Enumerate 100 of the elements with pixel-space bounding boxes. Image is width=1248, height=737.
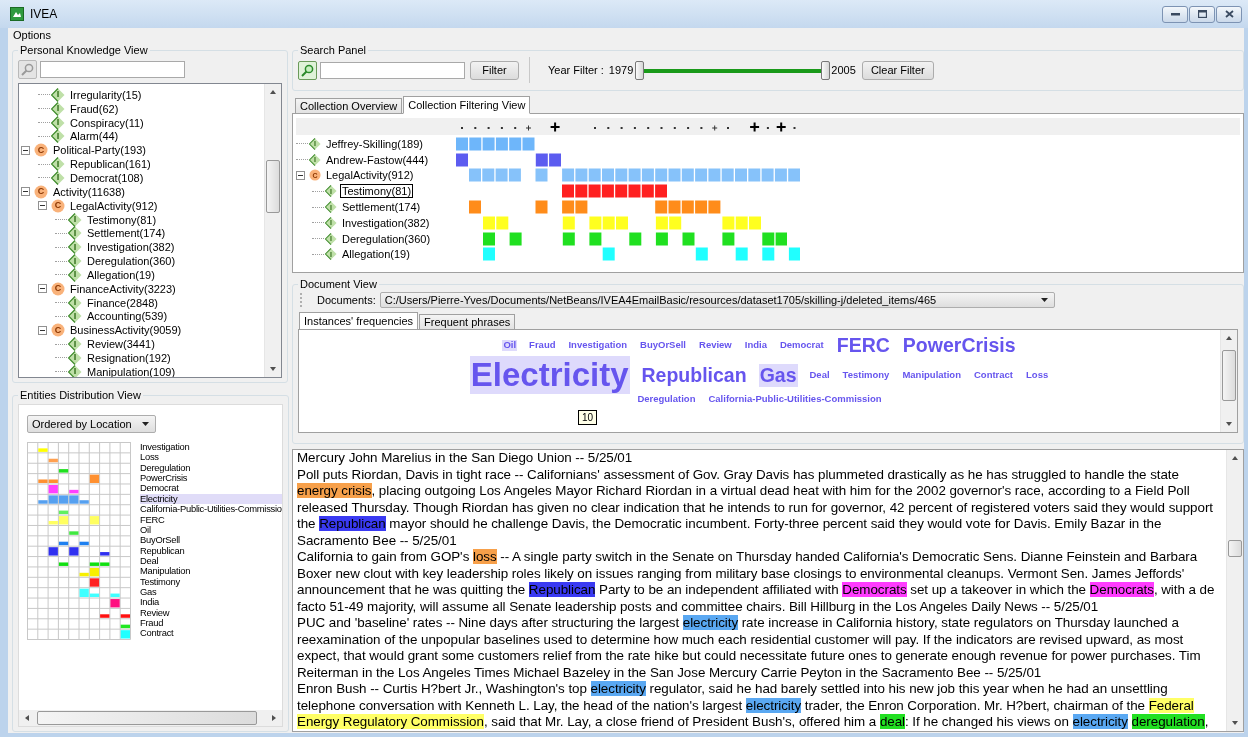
- tree-node[interactable]: Resignation(192): [85, 350, 173, 365]
- cloud-word[interactable]: BuyOrSell: [639, 339, 687, 351]
- tree-node[interactable]: FinanceActivity(3223): [68, 281, 178, 296]
- cloud-word[interactable]: Contract: [972, 369, 1015, 381]
- cloud-word[interactable]: PowerCrisis: [901, 334, 1017, 357]
- tree-node[interactable]: Investigation(382): [85, 240, 177, 255]
- entity-label[interactable]: Manipulation: [140, 566, 282, 577]
- tree-node[interactable]: LegalActivity(912): [324, 168, 416, 183]
- vertical-scrollbar[interactable]: [1220, 330, 1237, 432]
- cloud-word[interactable]: Testimony: [841, 369, 891, 381]
- vertical-scrollbar[interactable]: [264, 84, 281, 377]
- tab[interactable]: Collection Overview: [295, 98, 403, 114]
- cloud-word[interactable]: Fraud: [528, 339, 557, 351]
- tree-node[interactable]: Alarm(44): [68, 129, 121, 144]
- tree-node[interactable]: Activity(11638): [51, 184, 127, 199]
- tree-node[interactable]: Testimony(81): [340, 184, 414, 199]
- slider-handle[interactable]: [821, 60, 831, 80]
- entity-label[interactable]: Deregulation: [140, 462, 282, 474]
- entity-label[interactable]: Republican: [140, 545, 282, 556]
- vertical-scrollbar[interactable]: [1226, 450, 1243, 731]
- tree-node[interactable]: Testimony(81): [85, 212, 159, 227]
- tree-node[interactable]: Allegation(19): [340, 247, 412, 262]
- cloud-word[interactable]: Investigation: [567, 339, 629, 351]
- tree-node[interactable]: Investigation(382): [340, 215, 432, 230]
- slider-handle[interactable]: [635, 60, 645, 80]
- year-slider[interactable]: [635, 60, 830, 80]
- tab[interactable]: Collection Filtering View: [403, 96, 531, 114]
- cloud-word[interactable]: Democrat: [778, 339, 825, 351]
- tree-node[interactable]: Republican(161): [68, 157, 153, 172]
- tree-node[interactable]: Settlement(174): [340, 200, 423, 215]
- filter-button[interactable]: Filter: [470, 60, 519, 80]
- horizontal-scrollbar[interactable]: [19, 710, 282, 726]
- cloud-word[interactable]: Gas: [758, 364, 798, 387]
- cloud-word[interactable]: Republican: [640, 364, 748, 387]
- maximize-button[interactable]: [1189, 5, 1215, 23]
- minimize-button[interactable]: [1162, 5, 1188, 23]
- entity-label[interactable]: Loss: [140, 452, 282, 463]
- document-dropdown[interactable]: C:/Users/Pierre-Yves/Documents/NetBeans/IVEA4EmailBasic/resources/dataset1705/skilling-j/deleted_items/465: [379, 292, 1055, 308]
- entity-label[interactable]: Oil: [140, 524, 282, 536]
- cloud-word[interactable]: Loss: [1025, 369, 1050, 381]
- collapse-toggle[interactable]: [296, 171, 305, 180]
- scrollbar-thumb[interactable]: [266, 159, 280, 214]
- cloud-word[interactable]: California-Public-Utilities-Commission: [707, 394, 883, 406]
- tree-node[interactable]: LegalActivity(912): [68, 198, 160, 213]
- tab[interactable]: Frequent phrases: [419, 314, 516, 330]
- tree-node[interactable]: Deregulation(360): [85, 254, 178, 269]
- tree-node[interactable]: Allegation(19): [85, 267, 157, 282]
- cloud-word[interactable]: Deal: [808, 369, 831, 381]
- order-dropdown[interactable]: Ordered by Location: [27, 415, 156, 433]
- cloud-word[interactable]: Deregulation: [636, 394, 697, 406]
- scrollbar-thumb[interactable]: [37, 711, 257, 725]
- entity-label[interactable]: California-Public-Utilities-Commissio: [140, 504, 282, 515]
- entity-label[interactable]: Contract: [140, 628, 282, 639]
- entity-label[interactable]: Investigation: [140, 442, 282, 453]
- scrollbar-thumb[interactable]: [1228, 540, 1242, 557]
- tree-node[interactable]: Review(3441): [85, 337, 157, 352]
- search-field[interactable]: [40, 61, 185, 78]
- entity-label[interactable]: Fraud: [140, 618, 282, 629]
- cloud-word[interactable]: Review: [698, 339, 733, 351]
- collapse-toggle[interactable]: [38, 284, 47, 294]
- cloud-word[interactable]: Oil: [502, 339, 518, 351]
- cloud-word[interactable]: Manipulation: [901, 369, 962, 381]
- tree-node[interactable]: Finance(2848): [85, 295, 160, 310]
- entity-label[interactable]: BuyOrSell: [140, 535, 282, 546]
- menu-item[interactable]: Options: [13, 29, 51, 41]
- collapse-toggle[interactable]: [38, 325, 47, 335]
- scrollbar-thumb[interactable]: [1222, 350, 1236, 402]
- tree-node[interactable]: Conspiracy(11): [68, 115, 146, 130]
- collapse-toggle[interactable]: [38, 201, 47, 211]
- entity-label[interactable]: Gas: [140, 587, 282, 598]
- tree-node[interactable]: Accounting(539): [85, 309, 170, 324]
- entity-label[interactable]: Democrat: [140, 483, 282, 494]
- tree-node[interactable]: Andrew-Fastow(444): [324, 152, 431, 167]
- clear-filter-button[interactable]: Clear Filter: [861, 60, 934, 80]
- search-button[interactable]: [298, 60, 317, 80]
- collapse-toggle[interactable]: [21, 145, 30, 155]
- tree-node[interactable]: Settlement(174): [85, 226, 168, 241]
- tree-node[interactable]: Jeffrey-Skilling(189): [324, 136, 425, 151]
- entity-label[interactable]: PowerCrisis: [140, 473, 282, 484]
- collapse-toggle[interactable]: [21, 187, 30, 197]
- entity-label[interactable]: Electricity: [140, 493, 282, 505]
- cloud-word[interactable]: India: [743, 339, 768, 351]
- search-field[interactable]: [320, 61, 465, 79]
- cloud-word[interactable]: FERC: [835, 334, 891, 357]
- tree-node[interactable]: BusinessActivity(9059): [68, 323, 184, 338]
- instance-icon: I: [68, 267, 82, 282]
- close-button[interactable]: [1216, 5, 1242, 23]
- tab[interactable]: Instances' frequencies: [299, 312, 419, 330]
- entity-label[interactable]: FERC: [140, 514, 282, 525]
- tree-node[interactable]: Democrat(108): [68, 171, 146, 185]
- entity-label[interactable]: Testimony: [140, 576, 282, 588]
- tree-node[interactable]: Irregularity(15): [68, 87, 144, 102]
- cloud-word[interactable]: Electricity: [469, 356, 630, 395]
- tree-node[interactable]: Political-Party(193): [51, 143, 148, 158]
- entity-label[interactable]: Deal: [140, 555, 282, 567]
- tree-node[interactable]: Fraud(62): [68, 101, 121, 116]
- tree-node[interactable]: Deregulation(360): [340, 231, 433, 246]
- instance-icon: I: [68, 364, 82, 377]
- entity-label[interactable]: Review: [140, 607, 282, 619]
- entity-label[interactable]: India: [140, 597, 282, 608]
